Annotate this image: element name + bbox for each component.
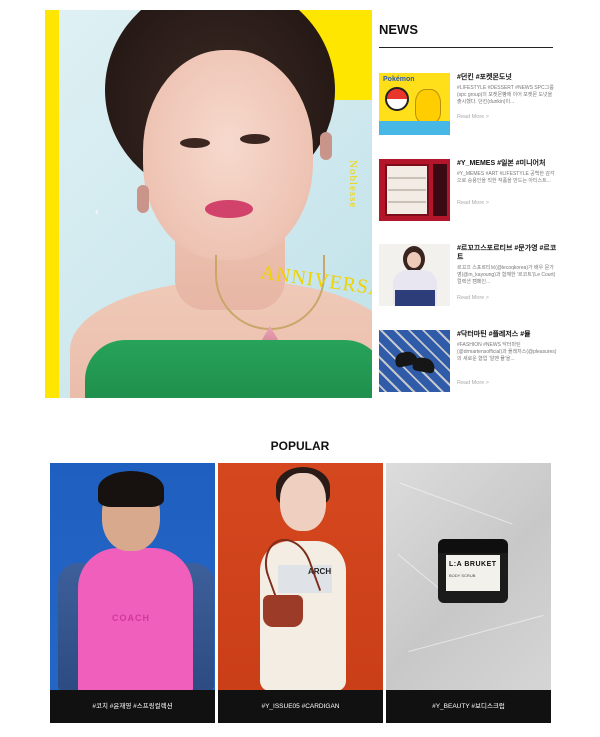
pink-hoodie bbox=[78, 548, 193, 698]
read-more-link[interactable]: Read More > bbox=[457, 380, 489, 386]
model-face bbox=[143, 50, 313, 260]
pokeball-icon bbox=[385, 87, 409, 111]
red-bag bbox=[263, 595, 303, 627]
news-tags[interactable]: #르꼬끄스포르티브 #문가영 #르코트 bbox=[457, 244, 557, 262]
yellow-band bbox=[45, 10, 59, 398]
jar-sub: BODY SCRUB bbox=[449, 573, 476, 578]
news-item[interactable]: #Y_MEMES #일본 #미니어처 #Y_MEMES #ART #LIFEST… bbox=[379, 159, 559, 229]
news-desc: #FASHION #NEWS 닥터마틴(@drmartensofficial)과… bbox=[457, 342, 557, 362]
model-dress bbox=[85, 340, 372, 398]
hero-banner[interactable]: Noblesse ANNIVERSARY ‹ bbox=[45, 10, 372, 398]
model-head bbox=[280, 473, 326, 531]
news-desc: #Y_MEMES #ART #LIFESTYLE 공백한 감각으로 승용인을 직… bbox=[457, 171, 555, 184]
read-more-link[interactable]: Read More > bbox=[457, 114, 489, 120]
earring-right bbox=[320, 132, 332, 160]
popular-card[interactable]: L:A BRUKET BODY SCRUB #Y_BEAUTY #보디스크럽 bbox=[386, 463, 551, 723]
vending-shelf bbox=[388, 189, 426, 191]
card-caption[interactable]: #코치 #윤재영 #스프링컬렉션 bbox=[50, 690, 215, 723]
popular-card[interactable]: ARCH #Y_ISSUE05 #CARDIGAN bbox=[218, 463, 383, 723]
model-lips bbox=[205, 200, 253, 218]
news-thumb-shoes[interactable] bbox=[379, 330, 450, 392]
earring-left bbox=[137, 185, 149, 213]
card-caption[interactable]: #Y_BEAUTY #보디스크럽 bbox=[386, 690, 551, 723]
slider-prev-icon[interactable]: ‹ bbox=[95, 206, 99, 218]
jar-brand: L:A BRUKET bbox=[449, 561, 497, 568]
news-tags[interactable]: #던킨 #포켓몬도넛 bbox=[457, 73, 557, 82]
girl-skirt bbox=[395, 290, 435, 306]
news-thumb-vending[interactable] bbox=[379, 159, 450, 221]
popular-title: POPULAR bbox=[270, 439, 330, 453]
news-divider bbox=[379, 47, 553, 48]
news-title: NEWS bbox=[379, 22, 418, 37]
news-item[interactable]: #르꼬끄스포르티브 #문가영 #르코트 르꼬끄 스포르티브(@lecoqkore… bbox=[379, 244, 559, 314]
read-more-link[interactable]: Read More > bbox=[457, 200, 489, 206]
fabric-wrinkle bbox=[408, 614, 544, 653]
news-tags[interactable]: #닥터마틴 #플레저스 #뮬 bbox=[457, 330, 557, 339]
news-desc: #LIFESTYLE #DESSERT #NEWS SPC그룹 (spc gro… bbox=[457, 85, 554, 105]
girl-face bbox=[407, 252, 421, 268]
jar-lid bbox=[438, 539, 508, 553]
model-eye-right bbox=[240, 134, 270, 144]
vending-shelf bbox=[388, 201, 426, 203]
card-caption[interactable]: #Y_ISSUE05 #CARDIGAN bbox=[218, 690, 383, 723]
news-item[interactable]: Pokémon #던킨 #포켓몬도넛 #LIFESTYLE #DESSERT #… bbox=[379, 73, 559, 143]
news-desc: 르꼬끄 스포르티브(@lecoqkorea)가 배우 문가영(@m_kayoun… bbox=[457, 265, 556, 285]
news-thumb-pokemon[interactable]: Pokémon bbox=[379, 73, 450, 135]
vending-shelf bbox=[388, 177, 426, 179]
pokemon-logo: Pokémon bbox=[383, 76, 415, 83]
read-more-link[interactable]: Read More > bbox=[457, 295, 489, 301]
hoodie-print: COACH bbox=[112, 613, 150, 623]
model-hair bbox=[98, 471, 164, 507]
popular-card[interactable]: COACH #코치 #윤재영 #스프링컬렉션 bbox=[50, 463, 215, 723]
pikachu-figure bbox=[415, 89, 441, 123]
news-thumb-girl[interactable] bbox=[379, 244, 450, 306]
fabric-wrinkle bbox=[399, 482, 513, 525]
vending-side bbox=[433, 164, 447, 216]
news-item[interactable]: #닥터마틴 #플레저스 #뮬 #FASHION #NEWS 닥터마틴(@drma… bbox=[379, 330, 559, 400]
thumb-base bbox=[379, 121, 450, 135]
model-eye-left bbox=[180, 138, 210, 148]
magazine-name: Noblesse bbox=[347, 160, 359, 209]
news-tags[interactable]: #Y_MEMES #일본 #미니어처 bbox=[457, 159, 557, 168]
